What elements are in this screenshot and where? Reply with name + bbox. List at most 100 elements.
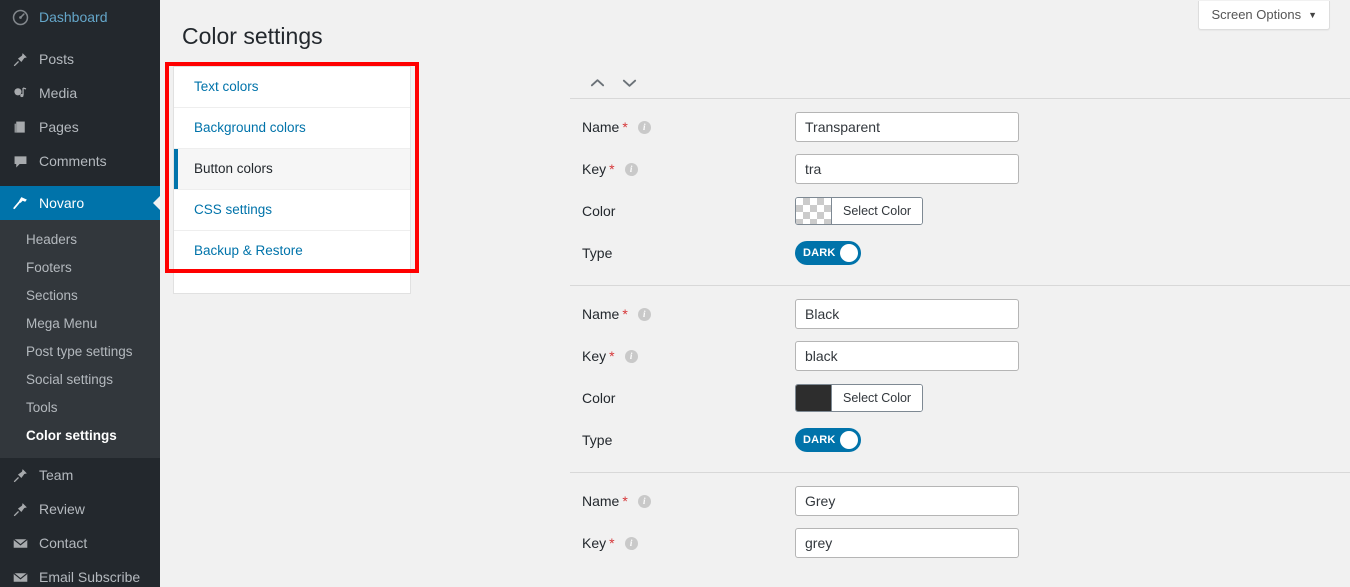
name-input[interactable] <box>795 299 1019 329</box>
submenu-item-headers[interactable]: Headers <box>0 226 160 254</box>
tab-backup-restore[interactable]: Backup & Restore <box>174 231 410 271</box>
submenu-item-tools[interactable]: Tools <box>0 394 160 422</box>
required-marker: * <box>622 119 628 135</box>
sidebar-item-pages[interactable]: Pages <box>0 110 160 144</box>
sidebar-item-contact[interactable]: Contact <box>0 526 160 560</box>
wordpress-admin-screen: Dashboard Posts Media Pages Comments Nov… <box>0 0 1350 587</box>
select-color-button[interactable]: Select Color <box>795 384 924 412</box>
sidebar-item-posts[interactable]: Posts <box>0 42 160 76</box>
info-icon[interactable]: i <box>637 120 651 134</box>
submenu-item-color-settings[interactable]: Color settings <box>0 422 160 450</box>
toggle-knob <box>840 244 858 262</box>
submenu-item-footers[interactable]: Footers <box>0 254 160 282</box>
key-label-text: Key <box>582 348 607 364</box>
sidebar-item-label: Posts <box>39 51 75 67</box>
name-label-text: Name <box>582 493 620 509</box>
tab-button-colors[interactable]: Button colors <box>174 149 410 190</box>
name-field-group: Name * i <box>570 111 1350 143</box>
name-field-group: Name * i <box>570 485 1350 517</box>
tab-text-colors[interactable]: Text colors <box>174 67 410 108</box>
sidebar-item-label: Team <box>39 467 74 483</box>
type-label-text: Type <box>582 245 613 261</box>
chevron-down-icon: ▼ <box>1308 9 1317 20</box>
select-color-button[interactable]: Select Color <box>795 197 924 225</box>
key-input[interactable] <box>795 528 1019 558</box>
select-color-label: Select Color <box>832 198 923 224</box>
pin-icon <box>10 49 30 69</box>
pages-icon <box>10 117 30 137</box>
color-swatch-transparent <box>796 198 832 224</box>
submenu-item-mega-menu[interactable]: Mega Menu <box>0 310 160 338</box>
key-label: Key * i <box>570 348 795 364</box>
pin-icon <box>10 465 30 485</box>
info-icon[interactable]: i <box>624 536 638 550</box>
required-marker: * <box>622 493 628 509</box>
sidebar-item-team[interactable]: Team <box>0 458 160 492</box>
sidebar-item-label: Novaro <box>39 195 85 211</box>
main-content: Screen Options ▼ Color settings Text col… <box>160 0 1350 587</box>
info-icon[interactable]: i <box>637 307 651 321</box>
key-input[interactable] <box>795 154 1019 184</box>
key-label: Key * i <box>570 161 795 177</box>
key-label-text: Key <box>582 535 607 551</box>
tab-css-settings[interactable]: CSS settings <box>174 190 410 231</box>
envelope-icon <box>10 533 30 553</box>
reorder-controls <box>570 66 1350 98</box>
sidebar-item-label: Dashboard <box>39 9 108 25</box>
sidebar-item-media[interactable]: Media <box>0 76 160 110</box>
required-marker: * <box>622 306 628 322</box>
info-icon[interactable]: i <box>637 494 651 508</box>
key-input[interactable] <box>795 341 1019 371</box>
color-row: Name * i Key * i Color <box>570 285 1350 472</box>
type-field-group: Type DARK <box>570 424 1350 456</box>
key-label-text: Key <box>582 161 607 177</box>
name-input[interactable] <box>795 112 1019 142</box>
info-icon[interactable]: i <box>624 162 638 176</box>
color-field-group: Color Select Color <box>570 382 1350 414</box>
type-toggle[interactable]: DARK <box>795 241 861 265</box>
sidebar-item-label: Media <box>39 85 78 101</box>
color-label: Color <box>570 203 795 219</box>
move-up-icon[interactable] <box>585 72 609 94</box>
select-color-label: Select Color <box>832 385 923 411</box>
sidebar-item-label: Contact <box>39 535 88 551</box>
required-marker: * <box>609 161 615 177</box>
move-down-icon[interactable] <box>617 72 641 94</box>
pin-icon <box>10 499 30 519</box>
media-icon <box>10 83 30 103</box>
color-label-text: Color <box>582 203 616 219</box>
name-input[interactable] <box>795 486 1019 516</box>
hammer-icon <box>10 193 30 213</box>
current-menu-arrow-icon <box>153 195 160 211</box>
toggle-label: DARK <box>803 434 836 446</box>
submenu-item-sections[interactable]: Sections <box>0 282 160 310</box>
tab-background-colors[interactable]: Background colors <box>174 108 410 149</box>
page-title: Color settings <box>182 23 323 49</box>
color-label: Color <box>570 390 795 406</box>
color-label-text: Color <box>582 390 616 406</box>
sidebar-item-dashboard[interactable]: Dashboard <box>0 0 160 34</box>
envelope-icon <box>10 567 30 587</box>
name-label: Name * i <box>570 493 795 509</box>
type-label: Type <box>570 432 795 448</box>
submenu-item-social-settings[interactable]: Social settings <box>0 366 160 394</box>
sidebar-item-label: Review <box>39 501 85 517</box>
toggle-label: DARK <box>803 247 836 259</box>
key-field-group: Key * i <box>570 527 1350 559</box>
key-field-group: Key * i <box>570 340 1350 372</box>
info-icon[interactable]: i <box>624 349 638 363</box>
color-row: Name * i Key * i <box>570 472 1350 585</box>
sidebar-item-email-subscribe[interactable]: Email Subscribe <box>0 560 160 587</box>
sidebar-item-review[interactable]: Review <box>0 492 160 526</box>
sidebar-submenu: Headers Footers Sections Mega Menu Post … <box>0 220 160 458</box>
type-toggle[interactable]: DARK <box>795 428 861 452</box>
sidebar-item-novaro[interactable]: Novaro <box>0 186 160 220</box>
key-field-group: Key * i <box>570 153 1350 185</box>
sidebar-item-comments[interactable]: Comments <box>0 144 160 178</box>
submenu-item-post-type-settings[interactable]: Post type settings <box>0 338 160 366</box>
color-field-group: Color Select Color <box>570 195 1350 227</box>
type-label: Type <box>570 245 795 261</box>
screen-options-label: Screen Options <box>1211 7 1302 22</box>
screen-options-button[interactable]: Screen Options ▼ <box>1198 1 1330 30</box>
